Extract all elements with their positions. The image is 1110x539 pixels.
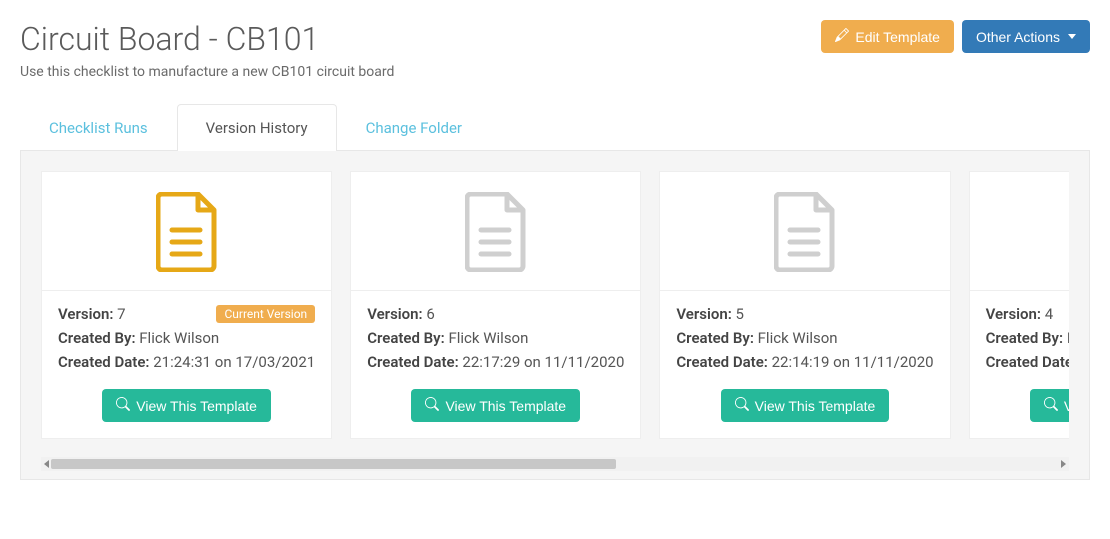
view-template-label: View This Template bbox=[755, 398, 876, 414]
file-icon bbox=[351, 172, 640, 291]
view-template-label: View This Template bbox=[1064, 398, 1069, 414]
view-template-button[interactable]: View This Template bbox=[102, 389, 271, 422]
search-icon bbox=[1044, 397, 1058, 414]
created-by-line: Created By: Flick Wilson bbox=[58, 329, 315, 347]
view-template-label: View This Template bbox=[136, 398, 257, 414]
other-actions-button[interactable]: Other Actions bbox=[962, 20, 1090, 53]
tabs-bar: Checklist Runs Version History Change Fo… bbox=[20, 104, 1090, 151]
version-cards-scroll[interactable]: Version: 7 Current Version Created By: F… bbox=[41, 171, 1069, 451]
edit-template-label: Edit Template bbox=[855, 29, 940, 45]
version-card: Version: 7 Current Version Created By: F… bbox=[41, 171, 332, 439]
version-line: Version: 5 bbox=[676, 305, 744, 323]
file-icon bbox=[660, 172, 949, 291]
view-template-button[interactable]: View This Template bbox=[411, 389, 580, 422]
version-card: Version: 5 Created By: Flick Wilson Crea… bbox=[659, 171, 950, 439]
version-line: Version: 4 bbox=[986, 305, 1054, 323]
page-subtitle: Use this checklist to manufacture a new … bbox=[20, 64, 1090, 80]
version-history-panel: Version: 7 Current Version Created By: F… bbox=[20, 151, 1090, 480]
edit-template-button[interactable]: Edit Template bbox=[821, 20, 954, 53]
created-by-line: Created By: Flick Wilson bbox=[986, 329, 1069, 347]
search-icon bbox=[425, 397, 439, 414]
scroll-left-arrow-icon bbox=[44, 460, 49, 468]
scroll-right-arrow-icon bbox=[1061, 460, 1066, 468]
chevron-down-icon bbox=[1068, 34, 1076, 39]
created-date-line: Created Date: 21:24:31 on 17/03/2021 bbox=[58, 353, 315, 371]
created-date-line: Created Date: 22:14:19 on 11/11/2020 bbox=[676, 353, 933, 371]
page-title: Circuit Board - CB101 bbox=[20, 20, 319, 58]
created-by-line: Created By: Flick Wilson bbox=[367, 329, 624, 347]
version-card: Version: 4 Created By: Flick Wilson Crea… bbox=[969, 171, 1069, 439]
view-template-button[interactable]: View This Template bbox=[721, 389, 890, 422]
version-line: Version: 7 bbox=[58, 305, 126, 323]
version-card: Version: 6 Created By: Flick Wilson Crea… bbox=[350, 171, 641, 439]
search-icon bbox=[735, 397, 749, 414]
view-template-button[interactable]: View This Template bbox=[1030, 389, 1069, 422]
file-icon bbox=[42, 172, 331, 291]
current-version-badge: Current Version bbox=[216, 305, 315, 323]
version-line: Version: 6 bbox=[367, 305, 435, 323]
horizontal-scrollbar[interactable] bbox=[41, 457, 1069, 471]
scrollbar-thumb[interactable] bbox=[51, 459, 616, 469]
created-by-line: Created By: Flick Wilson bbox=[676, 329, 933, 347]
tab-checklist-runs[interactable]: Checklist Runs bbox=[20, 104, 177, 151]
view-template-label: View This Template bbox=[445, 398, 566, 414]
created-date-line: Created Date: 22:17:29 on 11/11/2020 bbox=[367, 353, 624, 371]
tab-version-history[interactable]: Version History bbox=[177, 104, 337, 151]
search-icon bbox=[116, 397, 130, 414]
tab-change-folder[interactable]: Change Folder bbox=[337, 104, 491, 151]
pencil-icon bbox=[835, 28, 849, 45]
file-icon bbox=[970, 172, 1069, 291]
other-actions-label: Other Actions bbox=[976, 29, 1060, 45]
created-date-line: Created Date: 23:45:33 on 19/07/2020 bbox=[986, 353, 1069, 371]
